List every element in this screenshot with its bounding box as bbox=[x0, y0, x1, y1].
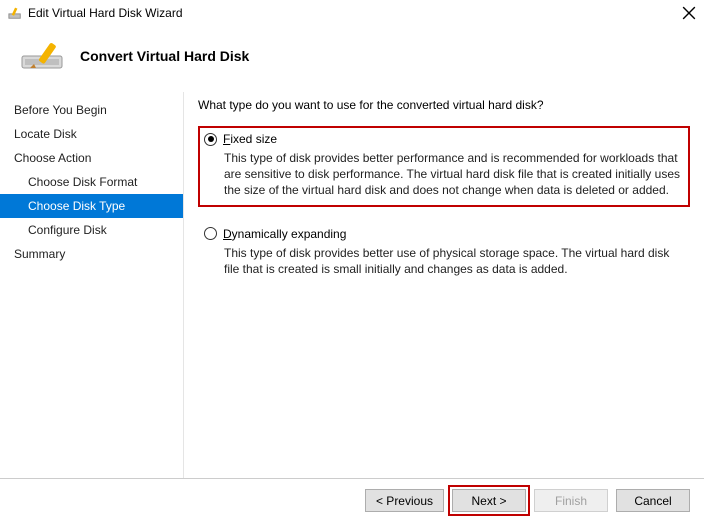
disk-pencil-icon bbox=[20, 40, 66, 72]
question-text: What type do you want to use for the con… bbox=[198, 98, 690, 112]
radio-label: Dynamically expanding bbox=[223, 227, 346, 241]
radio-row[interactable]: Fixed size bbox=[204, 132, 682, 146]
previous-button[interactable]: < Previous bbox=[365, 489, 444, 512]
window-title: Edit Virtual Hard Disk Wizard bbox=[28, 6, 183, 20]
header-band: Convert Virtual Hard Disk bbox=[0, 26, 704, 92]
footer: < Previous Next > Finish Cancel bbox=[0, 478, 704, 522]
finish-button: Finish bbox=[534, 489, 608, 512]
step-item[interactable]: Choose Disk Type bbox=[0, 194, 183, 218]
page-title: Convert Virtual Hard Disk bbox=[80, 48, 249, 64]
cancel-button[interactable]: Cancel bbox=[616, 489, 690, 512]
step-item[interactable]: Choose Disk Format bbox=[0, 170, 183, 194]
titlebar: Edit Virtual Hard Disk Wizard bbox=[0, 0, 704, 26]
content-pane: What type do you want to use for the con… bbox=[184, 92, 704, 478]
option-description: This type of disk provides better use of… bbox=[224, 245, 682, 277]
titlebar-left: Edit Virtual Hard Disk Wizard bbox=[8, 6, 183, 20]
step-item[interactable]: Summary bbox=[0, 242, 183, 266]
radio-row[interactable]: Dynamically expanding bbox=[204, 227, 682, 241]
radio-button[interactable] bbox=[204, 227, 217, 240]
step-item[interactable]: Before You Begin bbox=[0, 98, 183, 122]
radio-label: Fixed size bbox=[223, 132, 277, 146]
option-block: Dynamically expanding This type of disk p… bbox=[198, 221, 690, 285]
option-block: Fixed size This type of disk provides bet… bbox=[198, 126, 690, 207]
steps-list: Before You BeginLocate DiskChoose Action… bbox=[0, 92, 184, 478]
main: Before You BeginLocate DiskChoose Action… bbox=[0, 92, 704, 478]
next-button[interactable]: Next > bbox=[452, 489, 526, 512]
step-item[interactable]: Configure Disk bbox=[0, 218, 183, 242]
option-description: This type of disk provides better perfor… bbox=[224, 150, 682, 199]
step-item[interactable]: Choose Action bbox=[0, 146, 183, 170]
wizard-icon bbox=[8, 6, 22, 20]
step-item[interactable]: Locate Disk bbox=[0, 122, 183, 146]
radio-button[interactable] bbox=[204, 133, 217, 146]
close-icon[interactable] bbox=[682, 6, 696, 20]
